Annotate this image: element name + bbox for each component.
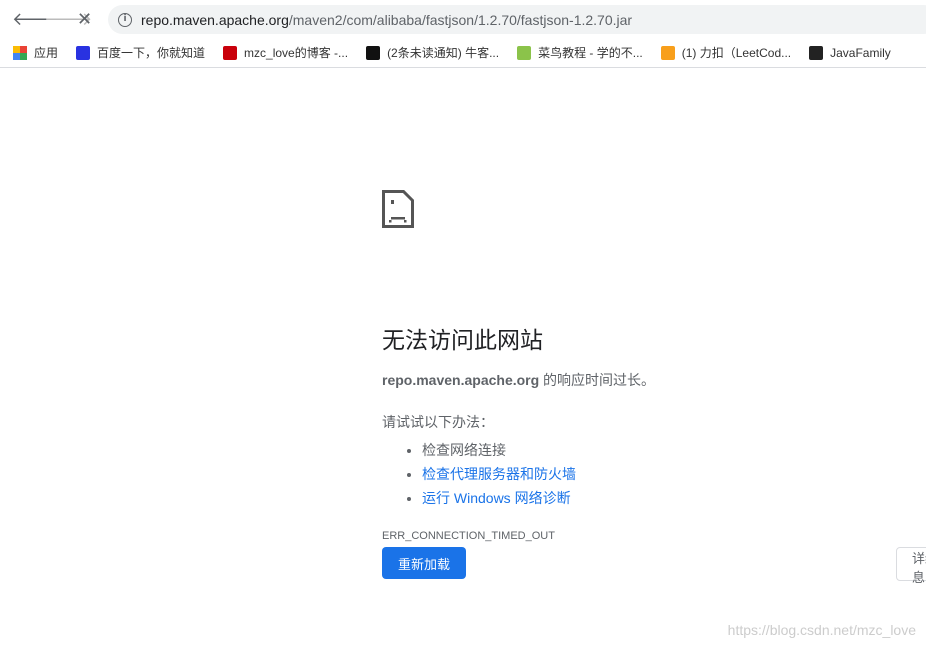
bookmark-favicon-icon <box>809 46 823 60</box>
bookmark-label: mzc_love的博客 -... <box>244 44 348 61</box>
suggestion-check-proxy-link[interactable]: 检查代理服务器和防火墙 <box>422 466 576 482</box>
reload-button[interactable]: 重新加载 <box>382 547 466 579</box>
bookmark-item[interactable]: (1) 力扣（LeetCod... <box>661 44 791 61</box>
bookmark-item[interactable]: mzc_love的博客 -... <box>223 44 348 61</box>
error-description: repo.maven.apache.org 的响应时间过长。 <box>382 370 902 390</box>
suggestions-list: 检查网络连接 检查代理服务器和防火墙 运行 Windows 网络诊断 <box>382 438 902 510</box>
bookmark-label: JavaFamily <box>830 46 891 60</box>
bookmark-label: 应用 <box>34 44 58 61</box>
bookmark-favicon-icon <box>661 46 675 60</box>
url-path: /maven2/com/alibaba/fastjson/1.2.70/fast… <box>289 12 632 28</box>
bookmark-favicon-icon <box>76 46 90 60</box>
suggestion-run-diagnostics-link[interactable]: 运行 Windows 网络诊断 <box>422 490 571 506</box>
sad-document-icon <box>382 190 414 228</box>
bookmark-label: (2条未读通知) 牛客... <box>387 44 499 61</box>
bookmark-label: 百度一下，你就知道 <box>97 44 205 61</box>
bookmark-item[interactable]: 菜鸟教程 - 学的不... <box>517 44 643 61</box>
bookmark-item[interactable]: 应用 <box>13 44 58 61</box>
error-suffix: 的响应时间过长。 <box>539 372 655 388</box>
bookmark-item[interactable]: JavaFamily <box>809 46 891 60</box>
error-title: 无法访问此网站 <box>382 321 902 355</box>
try-label: 请试试以下办法： <box>382 412 902 432</box>
bookmark-item[interactable]: (2条未读通知) 牛客... <box>366 44 499 61</box>
details-button[interactable]: 详细信息 <box>896 547 926 581</box>
error-content: 无法访问此网站 repo.maven.apache.org 的响应时间过长。 请… <box>382 190 902 542</box>
bookmark-label: 菜鸟教程 - 学的不... <box>538 44 643 61</box>
bookmark-item[interactable]: 百度一下，你就知道 <box>76 44 205 61</box>
error-host: repo.maven.apache.org <box>382 372 539 388</box>
address-bar[interactable]: i repo.maven.apache.org/maven2/com/aliba… <box>108 5 926 34</box>
bookmark-favicon-icon <box>366 46 380 60</box>
watermark: https://blog.csdn.net/mzc_love <box>728 622 916 638</box>
stop-loading-icon[interactable]: ✕ <box>77 9 92 30</box>
browser-toolbar: 🡐 🡒 ✕ i repo.maven.apache.org/maven2/com… <box>0 0 926 38</box>
bookmark-favicon-icon <box>223 46 237 60</box>
bookmarks-bar: 应用 百度一下，你就知道 mzc_love的博客 -... (2条未读通知) 牛客..… <box>0 38 926 68</box>
error-code: ERR_CONNECTION_TIMED_OUT <box>382 530 902 542</box>
url-host: repo.maven.apache.org <box>141 12 289 28</box>
suggestion-check-connection: 检查网络连接 <box>422 438 902 462</box>
bookmark-favicon-icon <box>517 46 531 60</box>
info-icon[interactable]: i <box>118 13 132 27</box>
bookmark-favicon-icon <box>13 46 27 60</box>
bookmark-label: (1) 力扣（LeetCod... <box>682 44 791 61</box>
url-text[interactable]: repo.maven.apache.org/maven2/com/alibaba… <box>141 12 632 28</box>
